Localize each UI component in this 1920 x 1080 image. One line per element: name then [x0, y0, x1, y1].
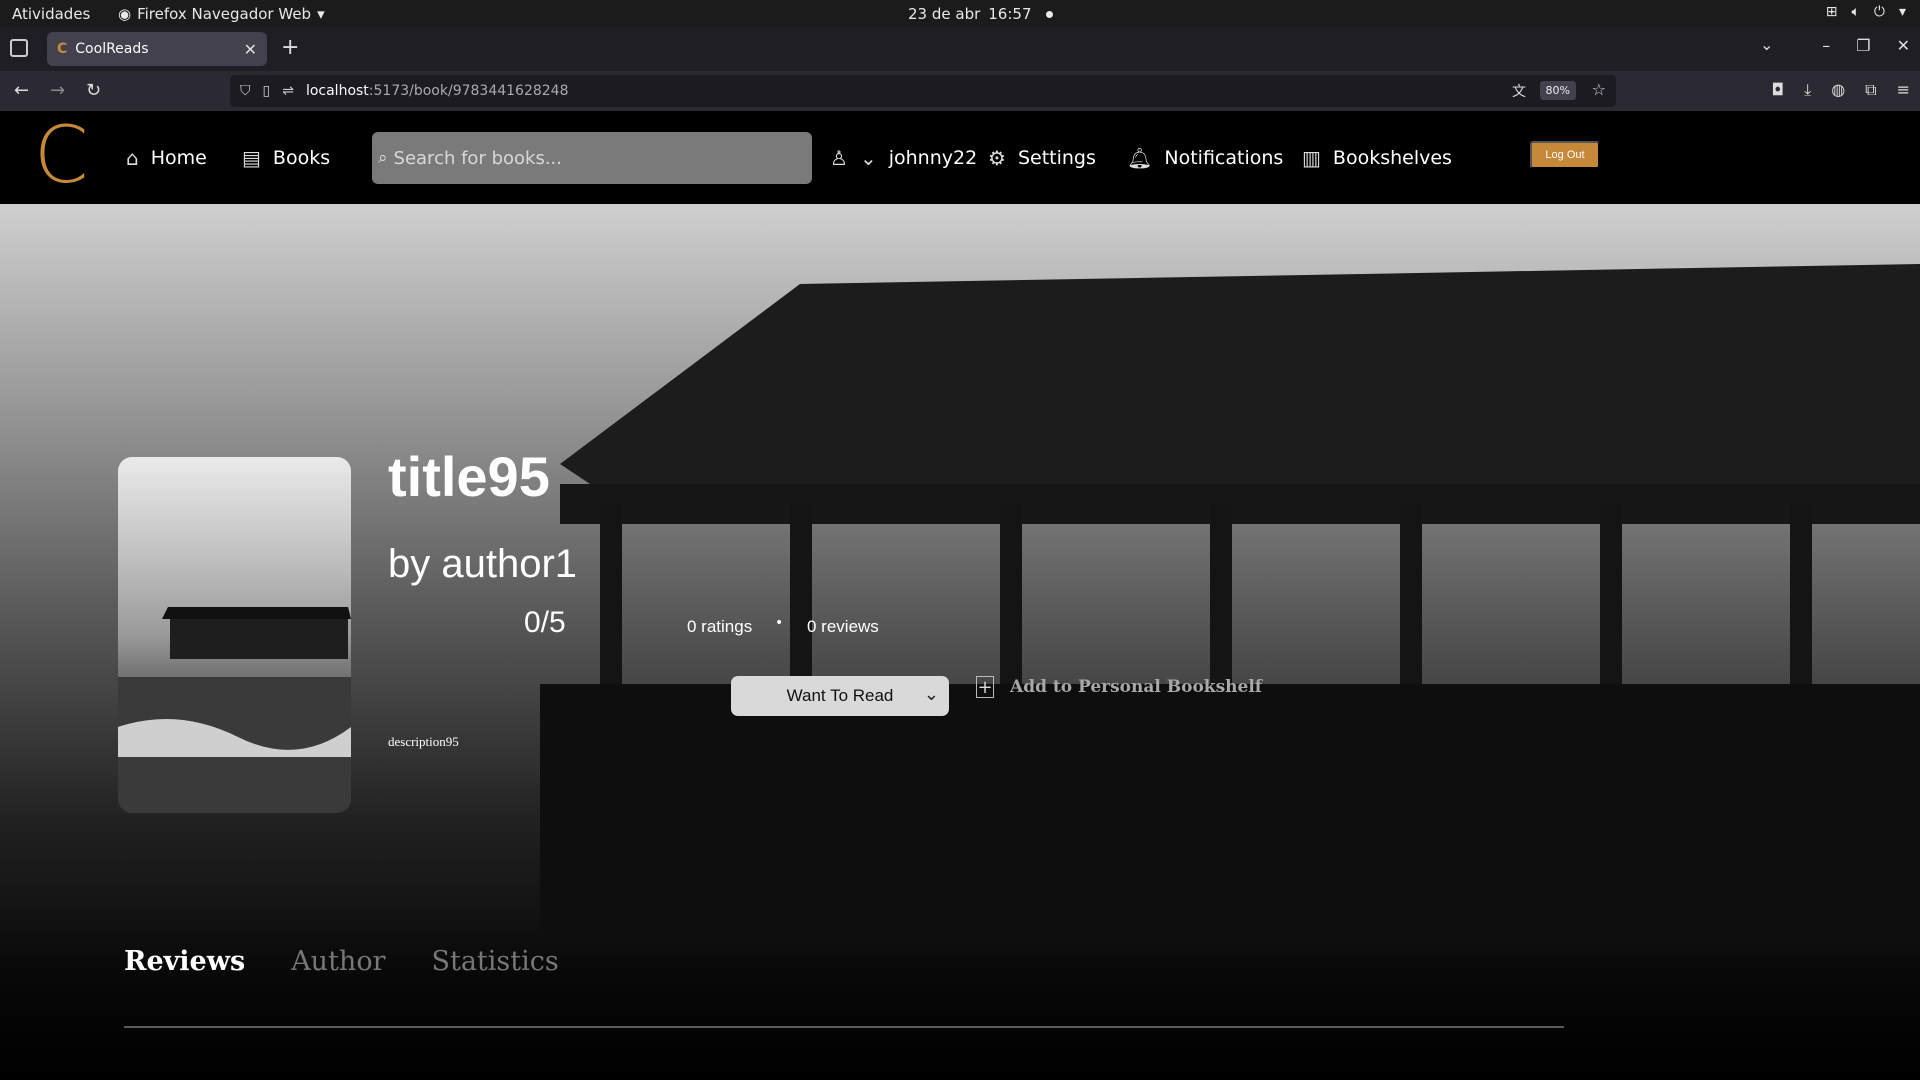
reading-status-select[interactable]: Want To Read ⌄	[731, 676, 949, 716]
tab-statistics[interactable]: Statistics	[431, 946, 558, 977]
extensions-icon[interactable]: ⧉	[1865, 80, 1876, 100]
nav-notifications-label: Notifications	[1164, 147, 1284, 169]
system-tray[interactable]: ⊞ 🔈︎ ⏻ ▾	[1826, 4, 1906, 20]
nav-home-label: Home	[150, 147, 207, 169]
book-title: title95	[388, 445, 550, 508]
user-icon: ♙	[830, 146, 848, 170]
minimize-icon[interactable]: –	[1822, 36, 1830, 55]
app-menu[interactable]: ◉ Firefox Navegador Web ▾	[118, 5, 325, 23]
book-tabs: Reviews Author Statistics	[124, 946, 559, 977]
rating-stars[interactable]: ☆☆☆☆☆	[412, 618, 508, 639]
window-controls: – ❐ ✕	[1822, 36, 1910, 55]
back-icon[interactable]: ←	[14, 80, 29, 101]
nav-bookshelves-label: Bookshelves	[1332, 147, 1452, 169]
zoom-level[interactable]: 80%	[1539, 81, 1576, 100]
bookshelf-icon: ▥	[1302, 146, 1321, 170]
power-icon: ⏻	[1873, 4, 1885, 20]
app-name: Firefox Navegador Web	[137, 5, 312, 23]
list-all-tabs-icon[interactable]: ⌄	[1760, 35, 1773, 54]
pocket-icon[interactable]: ◘	[1771, 80, 1784, 100]
chevron-down-icon: ⌄	[859, 146, 877, 170]
clock[interactable]: 23 de abr 16:57	[908, 5, 1053, 23]
nav-books-label: Books	[272, 147, 331, 169]
favicon-icon: C	[57, 41, 68, 57]
close-tab-icon[interactable]: ✕	[244, 40, 257, 59]
book-description: description95	[388, 734, 459, 749]
volume-icon: 🔈︎	[1851, 4, 1860, 20]
add-to-bookshelf-button[interactable]: + Add to Personal Bookshelf	[976, 676, 1262, 698]
url-bar[interactable]: ⛉ ▯ ⇌ localhost :5173/book/9783441628248…	[230, 75, 1616, 107]
translate-icon[interactable]: 文	[1512, 81, 1526, 101]
nav-notifications[interactable]: 🔔︎ Notifications	[1127, 146, 1283, 170]
download-icon[interactable]: ⤓	[1804, 80, 1811, 100]
reviews-count: 0 reviews	[807, 617, 879, 636]
tab-list-icon[interactable]	[10, 39, 28, 57]
tab-reviews[interactable]: Reviews	[124, 946, 245, 977]
bookmark-star-icon[interactable]: ☆	[1592, 80, 1606, 99]
browser-toolbar: ← → ↻ ⛉ ▯ ⇌ localhost :5173/book/9783441…	[0, 71, 1920, 111]
chevron-down-icon: ▾	[1898, 4, 1906, 20]
logout-button[interactable]: Log Out	[1530, 141, 1600, 169]
chevron-down-icon: ▾	[317, 5, 325, 23]
tabs-divider	[124, 1026, 1564, 1028]
app-header: C ⌂ Home ▤ Books ⌕ ♙ ⌄ johnny22 ⚙ Settin…	[0, 111, 1920, 204]
new-tab-button[interactable]: +	[281, 35, 299, 60]
date: 23 de abr	[908, 5, 981, 23]
shield-icon[interactable]: ⛉	[240, 83, 251, 99]
book-icon: ▤	[242, 146, 261, 170]
tab-title: CoolReads	[75, 41, 149, 57]
nav-books[interactable]: ▤ Books	[242, 146, 330, 170]
menu-icon[interactable]: ≡	[1897, 80, 1910, 100]
home-icon: ⌂	[126, 146, 139, 170]
reading-status-label: Want To Read	[786, 686, 894, 705]
close-window-icon[interactable]: ✕	[1897, 36, 1910, 55]
nav-settings-label: Settings	[1017, 147, 1096, 169]
search-input[interactable]	[393, 147, 774, 169]
chevron-down-icon: ⌄	[923, 684, 939, 704]
notification-dot-icon	[1045, 10, 1053, 18]
reload-icon[interactable]: ↻	[86, 80, 101, 101]
username: johnny22	[888, 147, 978, 169]
book-cover	[118, 457, 351, 813]
bell-icon: 🔔︎	[1127, 146, 1153, 170]
nav-home[interactable]: ⌂ Home	[126, 146, 207, 170]
nav-bookshelves[interactable]: ▥ Bookshelves	[1302, 146, 1452, 170]
tab-author[interactable]: Author	[291, 946, 385, 977]
separator: •	[775, 615, 784, 631]
search-box[interactable]: ⌕	[372, 132, 812, 184]
permissions-icon[interactable]: ⇌	[282, 83, 294, 99]
book-hero: title95 by author1 ☆☆☆☆☆ 0/5 0 ratings •…	[0, 204, 1920, 1080]
book-author[interactable]: by author1	[388, 542, 577, 587]
network-icon: ⊞	[1825, 4, 1838, 20]
add-to-bookshelf-label: Add to Personal Bookshelf	[1010, 677, 1263, 697]
nav-settings[interactable]: ⚙ Settings	[988, 146, 1096, 170]
account-icon[interactable]: ◍	[1831, 80, 1845, 100]
system-top-bar: Atividades ◉ Firefox Navegador Web ▾ 23 …	[0, 0, 1920, 27]
activities-button[interactable]: Atividades	[12, 5, 90, 23]
plus-icon: +	[976, 676, 994, 698]
ratings-count: 0 ratings	[687, 617, 753, 636]
user-menu[interactable]: ♙ ⌄ johnny22	[830, 146, 977, 170]
url-host: localhost	[305, 83, 369, 99]
search-icon: ⌕	[378, 148, 388, 168]
forward-icon[interactable]: →	[50, 80, 65, 101]
rating-score: 0/5	[524, 606, 566, 639]
toolbar-icons: ◘ ⤓ ◍ ⧉ ≡	[1771, 80, 1910, 100]
time: 16:57	[988, 5, 1032, 23]
restore-icon[interactable]: ❐	[1856, 36, 1870, 55]
site-logo[interactable]: C	[34, 116, 88, 196]
tab-strip: C CoolReads ✕ + ⌄ – ❐ ✕	[0, 27, 1920, 71]
page-icon[interactable]: ▯	[263, 83, 271, 99]
gear-icon: ⚙	[988, 146, 1006, 170]
browser-tab[interactable]: C CoolReads ✕	[47, 32, 267, 66]
firefox-icon: ◉	[118, 5, 132, 23]
url-path: :5173/book/9783441628248	[368, 83, 569, 99]
